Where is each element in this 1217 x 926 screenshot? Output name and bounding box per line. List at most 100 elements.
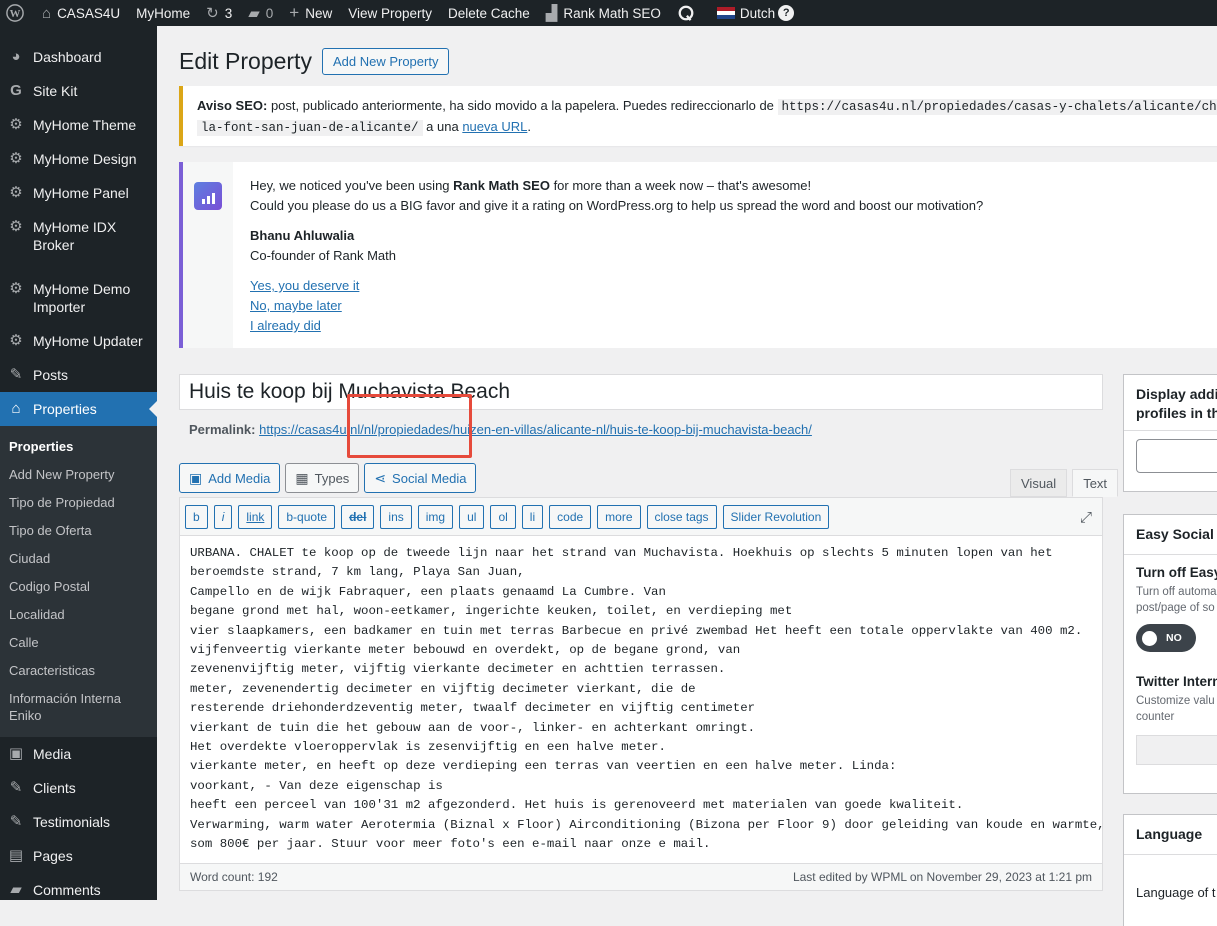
sidebar-item-properties[interactable]: ⌂ Properties bbox=[0, 392, 157, 426]
gear-icon: ⚙ bbox=[9, 280, 23, 297]
page-icon: ▤ bbox=[8, 847, 24, 864]
new-content-link[interactable]: + New bbox=[281, 0, 340, 26]
editor-status-bar: Word count: 192 Last edited by WPML on N… bbox=[180, 863, 1102, 890]
media-buttons: ▣ Add Media ▦ Types ⋖ Social Media bbox=[179, 463, 477, 493]
submenu-item-add-new-property[interactable]: Add New Property bbox=[0, 460, 157, 488]
rank-math-link[interactable]: ▟ Rank Math SEO bbox=[538, 0, 669, 26]
sidebar-item-myhome-theme[interactable]: ⚙ MyHome Theme bbox=[0, 108, 157, 142]
submenu-item-localidad[interactable]: Localidad bbox=[0, 600, 157, 628]
add-media-button[interactable]: ▣ Add Media bbox=[179, 463, 281, 493]
submenu-item-tipo-de-propiedad[interactable]: Tipo de Propiedad bbox=[0, 488, 157, 516]
turn-off-toggle[interactable]: NO bbox=[1136, 624, 1196, 652]
tab-visual[interactable]: Visual bbox=[1010, 469, 1068, 497]
properties-submenu: Properties Add New Property Tipo de Prop… bbox=[0, 426, 157, 737]
gear-icon: ⚙ bbox=[9, 116, 23, 133]
types-button[interactable]: ▦ Types bbox=[285, 463, 360, 493]
sidebar-item-dashboard[interactable]: ◕ Dashboard bbox=[0, 40, 157, 74]
word-count: Word count: 192 bbox=[190, 870, 278, 884]
submenu-item-caracteristicas[interactable]: Caracteristicas bbox=[0, 656, 157, 684]
display-profiles-metabox: Display additional profiles in the bbox=[1123, 374, 1217, 492]
sidebar-item-myhome-demo-importer[interactable]: ⚙ MyHome Demo Importer bbox=[0, 272, 157, 324]
sidebar-item-myhome-design[interactable]: ⚙ MyHome Design bbox=[0, 142, 157, 176]
permalink: Permalink: https://casas4u.nl/nl/propied… bbox=[189, 422, 812, 437]
review-later-link[interactable]: No, maybe later bbox=[250, 298, 342, 313]
qt-italic-button[interactable]: i bbox=[213, 504, 233, 529]
media-icon: ▣ bbox=[8, 745, 24, 762]
seo-notice-label: Aviso SEO: bbox=[197, 98, 268, 113]
submenu-item-properties[interactable]: Properties bbox=[0, 432, 157, 460]
qt-li-button[interactable]: li bbox=[521, 504, 544, 529]
qt-more-button[interactable]: more bbox=[597, 504, 641, 529]
submenu-item-calle[interactable]: Calle bbox=[0, 628, 157, 656]
gear-icon: ⚙ bbox=[9, 150, 23, 167]
sidebar-item-media[interactable]: ▣ Media bbox=[0, 737, 157, 771]
sidebar-item-comments[interactable]: ▰ Comments bbox=[0, 873, 157, 907]
language-switcher[interactable]: Dutch? bbox=[703, 0, 802, 26]
post-title-input[interactable]: Huis te koop bij Muchavista Beach bbox=[179, 374, 1103, 410]
metabox-title: Easy Social S bbox=[1124, 515, 1217, 555]
sidebar-item-posts[interactable]: ✎ Posts bbox=[0, 358, 157, 392]
content-textarea[interactable]: URBANA. CHALET te koop op de tweede lijn… bbox=[180, 536, 1102, 863]
submenu-item-informacion-interna[interactable]: Información Interna Eniko bbox=[0, 684, 157, 729]
review-done-link[interactable]: I already did bbox=[250, 318, 321, 333]
profiles-select[interactable] bbox=[1136, 439, 1217, 473]
pin-icon: ✎ bbox=[9, 366, 23, 383]
comments-link[interactable]: ▰ 0 bbox=[240, 0, 281, 26]
wordpress-logo-icon[interactable]: W bbox=[0, 0, 34, 26]
qt-code-button[interactable]: code bbox=[549, 504, 592, 529]
media-icon: ▣ bbox=[189, 469, 203, 486]
admin-sidebar: ◕ Dashboard G Site Kit ⚙ MyHome Theme ⚙ MyHo… bbox=[0, 26, 157, 900]
help-icon[interactable]: ? bbox=[778, 5, 795, 21]
view-property-link[interactable]: View Property bbox=[340, 0, 440, 26]
qt-link-button[interactable]: link bbox=[238, 504, 273, 529]
sidebar-item-clients[interactable]: ✎ Clients bbox=[0, 771, 157, 805]
permalink-url-link[interactable]: https://casas4u.nl/nl/propiedades/huizen… bbox=[259, 422, 812, 437]
easy-social-metabox: Easy Social S Turn off Easy Turn off aut… bbox=[1123, 514, 1217, 794]
qt-ul-button[interactable]: ul bbox=[459, 504, 485, 529]
sidebar-item-myhome-updater[interactable]: ⚙ MyHome Updater bbox=[0, 324, 157, 358]
qt-ol-button[interactable]: ol bbox=[490, 504, 516, 529]
qt-close-tags-button[interactable]: close tags bbox=[646, 504, 717, 529]
content-editor: b i link b-quote del ins img ul ol li co… bbox=[179, 497, 1103, 891]
sidebar-item-site-kit[interactable]: G Site Kit bbox=[0, 74, 157, 108]
page-header: Edit Property Add New Property bbox=[179, 48, 450, 75]
admin-bar: W ⌂ CASAS4U MyHome ↻ 3 ▰ 0 + New View Proper… bbox=[0, 0, 1217, 26]
site-name-link[interactable]: ⌂ CASAS4U bbox=[34, 0, 128, 26]
comment-icon: ▰ bbox=[10, 881, 22, 898]
qt-del-button[interactable]: del bbox=[341, 504, 375, 529]
sidebar-item-myhome-idx-broker[interactable]: ⚙ MyHome IDX Broker bbox=[0, 210, 157, 272]
last-edited: Last edited by WPML on November 29, 2023… bbox=[792, 870, 1092, 884]
comment-icon: ▰ bbox=[248, 5, 260, 22]
main-content: Edit Property Add New Property Aviso SEO… bbox=[179, 26, 1217, 926]
gear-icon: ⚙ bbox=[9, 184, 23, 201]
qt-ins-button[interactable]: ins bbox=[380, 504, 412, 529]
sidebar-item-myhome-panel[interactable]: ⚙ MyHome Panel bbox=[0, 176, 157, 210]
fullscreen-icon[interactable]: ⤢ bbox=[1080, 509, 1092, 526]
qt-img-button[interactable]: img bbox=[417, 504, 454, 529]
submenu-item-ciudad[interactable]: Ciudad bbox=[0, 544, 157, 572]
home-icon: ⌂ bbox=[11, 400, 21, 417]
sidebar-item-pages[interactable]: ▤ Pages bbox=[0, 839, 157, 873]
tab-text[interactable]: Text bbox=[1072, 469, 1119, 497]
sidebar-item-testimonials[interactable]: ✎ Testimonials bbox=[0, 805, 157, 839]
qt-blockquote-button[interactable]: b-quote bbox=[278, 504, 336, 529]
submenu-item-tipo-de-oferta[interactable]: Tipo de Oferta bbox=[0, 516, 157, 544]
new-url-link[interactable]: nueva URL bbox=[462, 119, 527, 134]
delete-cache-link[interactable]: Delete Cache bbox=[440, 0, 538, 26]
myhome-link[interactable]: MyHome bbox=[128, 0, 198, 26]
social-media-button[interactable]: ⋖ Social Media bbox=[364, 463, 477, 493]
qt-bold-button[interactable]: b bbox=[185, 504, 208, 529]
quicktags-toolbar: b i link b-quote del ins img ul ol li co… bbox=[180, 498, 1102, 536]
rank-math-logo-icon bbox=[194, 182, 222, 210]
refresh-icon: ↻ bbox=[206, 5, 219, 22]
add-new-property-button[interactable]: Add New Property bbox=[321, 48, 450, 75]
review-yes-link[interactable]: Yes, you deserve it bbox=[250, 278, 359, 293]
submenu-item-codigo-postal[interactable]: Codigo Postal bbox=[0, 572, 157, 600]
qode-icon[interactable] bbox=[669, 0, 703, 26]
gear-icon: ⚙ bbox=[9, 218, 23, 235]
language-metabox: Language Language of t bbox=[1123, 814, 1217, 926]
qt-slider-revolution-button[interactable]: Slider Revolution bbox=[722, 504, 830, 529]
updates-link[interactable]: ↻ 3 bbox=[198, 0, 240, 26]
twitter-counter-input[interactable] bbox=[1136, 735, 1217, 765]
home-icon: ⌂ bbox=[42, 4, 52, 22]
